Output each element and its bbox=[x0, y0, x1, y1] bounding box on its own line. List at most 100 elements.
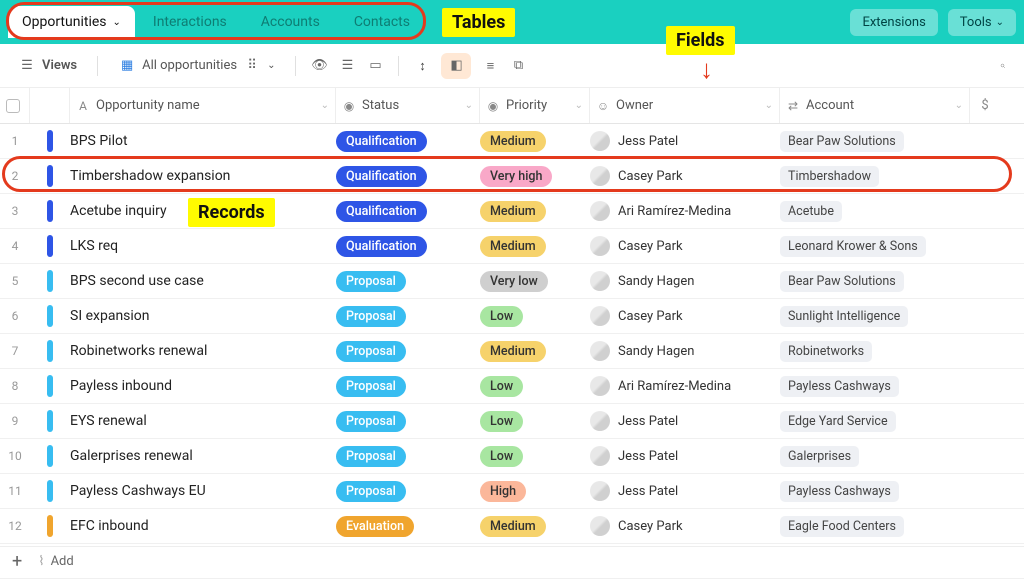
chevron-down-icon[interactable]: ⌄ bbox=[321, 100, 329, 111]
filter-icon[interactable]: ☰ bbox=[338, 57, 356, 75]
cell-opportunity-name[interactable]: BPS Pilot bbox=[70, 133, 336, 149]
cell-priority[interactable]: Medium bbox=[480, 201, 590, 222]
table-row[interactable]: 7Robinetworks renewalProposalMediumSandy… bbox=[0, 334, 1024, 369]
add-label[interactable]: ⌇Add bbox=[38, 554, 74, 569]
cell-status[interactable]: Qualification bbox=[336, 131, 480, 152]
cell-priority[interactable]: Low bbox=[480, 446, 590, 467]
table-tab-accounts[interactable]: Accounts bbox=[245, 6, 336, 38]
cell-priority[interactable]: Medium bbox=[480, 341, 590, 362]
cell-opportunity-name[interactable]: LKS req bbox=[70, 238, 336, 254]
chevron-down-icon[interactable]: ⌄ bbox=[465, 100, 473, 111]
cell-owner[interactable]: Casey Park bbox=[590, 166, 780, 186]
table-tab-contacts[interactable]: Contacts bbox=[338, 6, 426, 38]
table-tab-opportunities[interactable]: Opportunities ⌄ bbox=[8, 6, 135, 38]
cell-status[interactable]: Qualification bbox=[336, 201, 480, 222]
cell-status[interactable]: Qualification bbox=[336, 166, 480, 187]
group-icon[interactable]: ▭ bbox=[366, 57, 384, 75]
cell-priority[interactable]: Low bbox=[480, 411, 590, 432]
cell-status[interactable]: Qualification bbox=[336, 236, 480, 257]
cell-opportunity-name[interactable]: Robinetworks renewal bbox=[70, 343, 336, 359]
table-row[interactable]: 10Galerprises renewalProposalLowJess Pat… bbox=[0, 439, 1024, 474]
sort-icon[interactable]: ↕ bbox=[413, 57, 431, 75]
cell-owner[interactable]: Sandy Hagen bbox=[590, 271, 780, 291]
column-header-more[interactable]: $ bbox=[970, 88, 1000, 123]
table-row[interactable]: 5BPS second use caseProposalVery lowSand… bbox=[0, 264, 1024, 299]
cell-priority[interactable]: Very low bbox=[480, 271, 590, 292]
cell-account[interactable]: Bear Paw Solutions bbox=[780, 131, 970, 152]
table-row[interactable]: 6SI expansionProposalLowCasey ParkSunlig… bbox=[0, 299, 1024, 334]
cell-status[interactable]: Proposal bbox=[336, 271, 480, 292]
cell-account[interactable]: Payless Cashways bbox=[780, 481, 970, 502]
cell-priority[interactable]: Medium bbox=[480, 516, 590, 537]
tools-button[interactable]: Tools ⌄ bbox=[948, 9, 1016, 36]
table-row[interactable]: 8Payless inboundProposalLowAri Ramírez-M… bbox=[0, 369, 1024, 404]
cell-priority[interactable]: Low bbox=[480, 306, 590, 327]
select-all-header[interactable] bbox=[0, 88, 30, 123]
cell-status[interactable]: Proposal bbox=[336, 341, 480, 362]
cell-opportunity-name[interactable]: Galerprises renewal bbox=[70, 448, 336, 464]
chevron-down-icon[interactable]: ⌄ bbox=[575, 100, 583, 111]
search-icon[interactable] bbox=[994, 57, 1012, 75]
column-header-owner[interactable]: ☺ Owner ⌄ bbox=[590, 88, 780, 123]
cell-account[interactable]: Sunlight Intelligence bbox=[780, 306, 970, 327]
cell-status[interactable]: Proposal bbox=[336, 446, 480, 467]
cell-priority[interactable]: Medium bbox=[480, 236, 590, 257]
cell-opportunity-name[interactable]: BPS second use case bbox=[70, 273, 336, 289]
cell-owner[interactable]: Jess Patel bbox=[590, 446, 780, 466]
cell-owner[interactable]: Jess Patel bbox=[590, 131, 780, 151]
share-view-icon[interactable]: ⧉ bbox=[509, 57, 527, 75]
column-header-name[interactable]: A Opportunity name ⌄ bbox=[70, 88, 336, 123]
extensions-button[interactable]: Extensions bbox=[850, 9, 937, 36]
cell-account[interactable]: Edge Yard Service bbox=[780, 411, 970, 432]
cell-opportunity-name[interactable]: Payless inbound bbox=[70, 378, 336, 394]
cell-account[interactable]: Acetube bbox=[780, 201, 970, 222]
cell-owner[interactable]: Jess Patel bbox=[590, 481, 780, 501]
cell-owner[interactable]: Ari Ramírez-Medina bbox=[590, 201, 780, 221]
views-menu-button[interactable]: ☰ Views bbox=[12, 53, 83, 79]
table-row[interactable]: 9EYS renewalProposalLowJess PatelEdge Ya… bbox=[0, 404, 1024, 439]
table-tab-interactions[interactable]: Interactions bbox=[137, 6, 243, 38]
view-picker[interactable]: ▦ All opportunities ⠿ ⌄ bbox=[112, 53, 281, 79]
table-row[interactable]: 1BPS PilotQualificationMediumJess PatelB… bbox=[0, 124, 1024, 159]
cell-owner[interactable]: Sandy Hagen bbox=[590, 341, 780, 361]
cell-owner[interactable]: Jess Patel bbox=[590, 411, 780, 431]
cell-account[interactable]: Robinetworks bbox=[780, 341, 970, 362]
cell-owner[interactable]: Ari Ramírez-Medina bbox=[590, 376, 780, 396]
cell-opportunity-name[interactable]: Acetube inquiry bbox=[70, 203, 336, 219]
hide-fields-icon[interactable]: 👁 bbox=[310, 57, 328, 75]
cell-priority[interactable]: High bbox=[480, 481, 590, 502]
table-row[interactable]: 2Timbershadow expansionQualificationVery… bbox=[0, 159, 1024, 194]
chevron-down-icon[interactable]: ⌄ bbox=[765, 100, 773, 111]
cell-account[interactable]: Payless Cashways bbox=[780, 376, 970, 397]
cell-priority[interactable]: Low bbox=[480, 376, 590, 397]
cell-account[interactable]: Timbershadow bbox=[780, 166, 970, 187]
cell-account[interactable]: Leonard Krower & Sons bbox=[780, 236, 970, 257]
row-height-icon[interactable]: ≡ bbox=[481, 57, 499, 75]
cell-opportunity-name[interactable]: Timbershadow expansion bbox=[70, 168, 336, 184]
table-row[interactable]: 3Acetube inquiryQualificationMediumAri R… bbox=[0, 194, 1024, 229]
cell-opportunity-name[interactable]: SI expansion bbox=[70, 308, 336, 324]
cell-account[interactable]: Eagle Food Centers bbox=[780, 516, 970, 537]
cell-status[interactable]: Evaluation bbox=[336, 516, 480, 537]
add-record-button[interactable]: + bbox=[12, 551, 22, 572]
chevron-down-icon[interactable]: ⌄ bbox=[955, 100, 963, 111]
cell-priority[interactable]: Very high bbox=[480, 166, 590, 187]
cell-owner[interactable]: Casey Park bbox=[590, 516, 780, 536]
cell-opportunity-name[interactable]: EYS renewal bbox=[70, 413, 336, 429]
cell-priority[interactable]: Medium bbox=[480, 131, 590, 152]
table-row[interactable]: 11Payless Cashways EUProposalHighJess Pa… bbox=[0, 474, 1024, 509]
cell-status[interactable]: Proposal bbox=[336, 306, 480, 327]
cell-owner[interactable]: Casey Park bbox=[590, 236, 780, 256]
cell-opportunity-name[interactable]: Payless Cashways EU bbox=[70, 483, 336, 499]
column-header-account[interactable]: ⇄ Account ⌄ bbox=[780, 88, 970, 123]
cell-account[interactable]: Bear Paw Solutions bbox=[780, 271, 970, 292]
cell-account[interactable]: Galerprises bbox=[780, 446, 970, 467]
column-header-priority[interactable]: ◉ Priority ⌄ bbox=[480, 88, 590, 123]
cell-status[interactable]: Proposal bbox=[336, 481, 480, 502]
table-row[interactable]: 4LKS reqQualificationMediumCasey ParkLeo… bbox=[0, 229, 1024, 264]
cell-opportunity-name[interactable]: EFC inbound bbox=[70, 518, 336, 534]
color-icon[interactable]: ◧ bbox=[441, 53, 471, 79]
cell-status[interactable]: Proposal bbox=[336, 411, 480, 432]
column-header-status[interactable]: ◉ Status ⌄ bbox=[336, 88, 480, 123]
table-row[interactable]: 12EFC inboundEvaluationMediumCasey ParkE… bbox=[0, 509, 1024, 544]
